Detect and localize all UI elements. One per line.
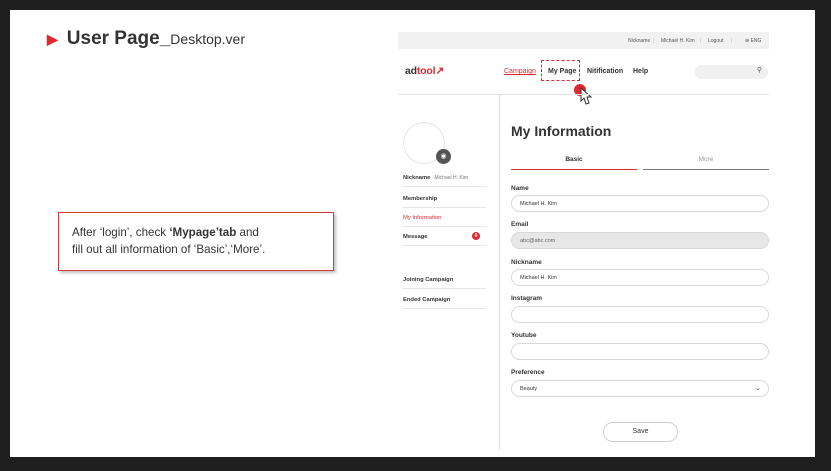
divider: | (731, 38, 733, 44)
language-selector[interactable]: ⊕ ENG (745, 38, 761, 44)
callout-text-bold: ‘Mypage’tab (169, 226, 237, 239)
slide-title: ▶ User Page_ Desktop.ver (47, 28, 245, 50)
slide-title-sub: Desktop.ver (170, 31, 245, 47)
triangle-icon: ▶ (47, 31, 58, 47)
adtool-logo[interactable]: adtool↗ (405, 65, 444, 77)
callout-text-pre: After ‘login’, check (72, 226, 170, 239)
content-divider (499, 95, 500, 450)
nickname-label: Nickname (511, 259, 542, 266)
email-field: abc@abc.com (511, 232, 769, 249)
nav-help[interactable]: Help (633, 68, 648, 75)
sidebar-nickname: Nickname Michael H. Kim (403, 170, 486, 187)
name-field[interactable]: Michael H. Kim (511, 195, 769, 212)
tab-basic[interactable]: Basic (511, 153, 637, 170)
logo-part1: ad (405, 65, 417, 77)
save-button[interactable]: Save (603, 422, 678, 442)
hand-cursor-icon (574, 84, 593, 105)
sidebar-item-membership[interactable]: Membership (403, 191, 486, 208)
sidebar-item-joining-campaign[interactable]: Joining Campaign (403, 272, 486, 289)
camera-icon[interactable]: ◉ (436, 149, 451, 164)
sidebar-item-message[interactable]: Message 0 (403, 229, 486, 246)
preference-label: Preference (511, 369, 545, 376)
instruction-callout: After ‘login’, check ‘Mypage’tab and fil… (58, 212, 334, 271)
email-label: Email (511, 221, 529, 228)
sidebar-nickname-value: Michael H. Kim (434, 175, 469, 181)
callout-text-post: and (236, 226, 259, 239)
search-input[interactable]: ⚲ (695, 65, 768, 79)
sidebar-item-ended-campaign[interactable]: Ended Campaign (403, 292, 486, 309)
nav-campaign[interactable]: Campaign (504, 68, 536, 75)
youtube-field[interactable] (511, 343, 769, 360)
divider: | (653, 38, 655, 44)
instagram-label: Instagram (511, 295, 543, 302)
highlight-box (541, 60, 580, 81)
sidebar-nickname-label: Nickname (403, 175, 431, 181)
chevron-down-icon: ⌄ (755, 385, 761, 392)
sidebar-item-label: Message (403, 234, 428, 240)
nav-notification[interactable]: Nitification (587, 68, 623, 75)
preference-value: Beauty (520, 386, 538, 392)
callout-text-line2: fill out all information of ‘Basic’,‘Mor… (72, 243, 266, 256)
search-icon[interactable]: ⚲ (757, 66, 762, 74)
preference-select[interactable]: Beauty ⌄ (511, 380, 769, 397)
slide: ▶ User Page_ Desktop.ver After ‘login’, … (10, 10, 815, 457)
sidebar-item-my-information[interactable]: My Information (403, 210, 486, 227)
page-title: My Information (511, 123, 612, 139)
logout-link[interactable]: Logout (708, 38, 723, 44)
instagram-field[interactable] (511, 306, 769, 323)
divider: | (700, 38, 702, 44)
logo-mark: ↗ (435, 65, 444, 77)
nickname-field[interactable]: Michael H. Kim (511, 269, 769, 286)
desktop-mockup: Nickname | Michael H. Kim | Logout | ⊕ E… (398, 32, 769, 450)
youtube-label: Youtube (511, 332, 537, 339)
topbar-nickname-label: Nickname (628, 38, 651, 44)
slide-title-main: User Page_ (66, 28, 171, 49)
name-label: Name (511, 185, 529, 192)
tab-more[interactable]: More (643, 153, 769, 170)
topbar-nickname-value: Michael H. Kim (661, 38, 695, 44)
header-divider (398, 94, 769, 95)
logo-part2: tool (416, 65, 436, 77)
message-badge: 0 (472, 232, 480, 240)
top-utility-bar: Nickname | Michael H. Kim | Logout | ⊕ E… (398, 32, 769, 49)
